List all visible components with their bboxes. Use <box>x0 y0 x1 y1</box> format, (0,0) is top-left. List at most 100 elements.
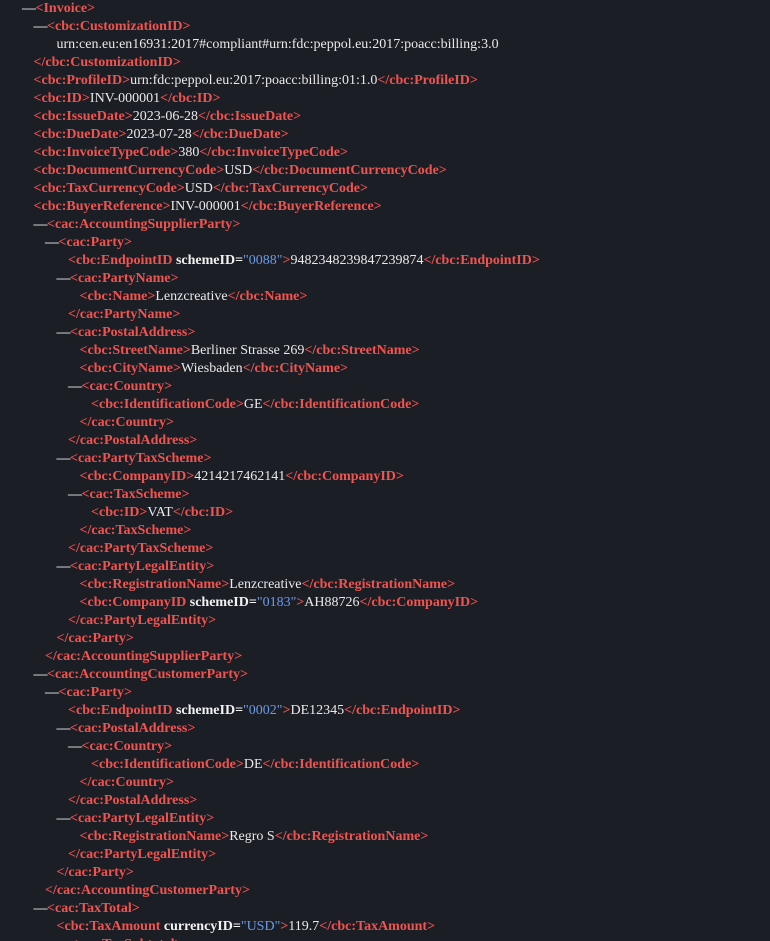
collapse-toggle-icon[interactable]: — <box>22 1 36 16</box>
xml-line[interactable]: —<cac:TaxScheme> <box>0 486 770 504</box>
xml-attribute-name[interactable]: currencyID <box>164 919 233 934</box>
xml-line[interactable]: <cbc:EndpointID schemeID="0088">94823482… <box>0 252 770 270</box>
xml-close-tag-name[interactable]: cac:PostalAddress <box>80 433 189 448</box>
xml-line[interactable]: —<cac:PartyLegalEntity> <box>0 558 770 576</box>
collapse-toggle-icon[interactable]: — <box>57 721 71 736</box>
xml-close-tag-name[interactable]: cbc:EndpointID <box>435 253 531 268</box>
xml-line[interactable]: —<cac:AccountingCustomerParty> <box>0 666 770 684</box>
xml-open-tag-name[interactable]: cbc:CustomizationID <box>55 19 183 34</box>
xml-close-tag-name[interactable]: cbc:RegistrationName <box>287 829 421 844</box>
xml-close-tag-name[interactable]: cac:PartyName <box>80 307 173 322</box>
xml-open-tag-name[interactable]: cac:TaxScheme <box>89 487 181 502</box>
xml-line[interactable]: <cbc:RegistrationName>Lenzcreative</cbc:… <box>0 576 770 594</box>
xml-close-tag-name[interactable]: cac:PartyLegalEntity <box>80 847 208 862</box>
xml-line[interactable]: </cac:AccountingSupplierParty> <box>0 648 770 666</box>
xml-close-tag-name[interactable]: cac:Party <box>68 631 126 646</box>
xml-open-tag-name[interactable]: cbc:RegistrationName <box>87 829 221 844</box>
xml-close-tag-name[interactable]: cbc:IssueDate <box>210 109 293 124</box>
xml-line[interactable]: <cbc:IdentificationCode>DE</cbc:Identifi… <box>0 756 770 774</box>
collapse-toggle-icon[interactable]: — <box>68 379 82 394</box>
xml-line[interactable]: <cbc:CompanyID schemeID="0183">AH88726</… <box>0 594 770 612</box>
xml-attribute-value[interactable]: "0002" <box>243 703 282 718</box>
xml-line[interactable]: —<cac:Party> <box>0 234 770 252</box>
xml-line[interactable]: —<cac:Country> <box>0 378 770 396</box>
xml-close-tag-name[interactable]: cbc:CustomizationID <box>45 55 173 70</box>
xml-open-tag-name[interactable]: cbc:IssueDate <box>41 109 124 124</box>
xml-attribute-value[interactable]: "0183" <box>257 595 296 610</box>
xml-open-tag-name[interactable]: cac:TaxSubtotal <box>78 937 175 941</box>
xml-open-tag-name[interactable]: cbc:ID <box>41 91 81 106</box>
xml-close-tag-name[interactable]: cac:TaxScheme <box>91 523 183 538</box>
xml-open-tag-name[interactable]: cbc:IdentificationCode <box>99 397 236 412</box>
xml-line[interactable]: <cbc:EndpointID schemeID="0002">DE12345<… <box>0 702 770 720</box>
xml-line[interactable]: </cac:PartyLegalEntity> <box>0 612 770 630</box>
xml-line[interactable]: </cbc:CustomizationID> <box>0 54 770 72</box>
xml-line[interactable]: </cac:Party> <box>0 630 770 648</box>
xml-open-tag-name[interactable]: cac:PostalAddress <box>78 325 187 340</box>
xml-close-tag-name[interactable]: cac:PartyLegalEntity <box>80 613 208 628</box>
xml-close-tag-name[interactable]: cbc:EndpointID <box>356 703 452 718</box>
collapse-toggle-icon[interactable]: — <box>57 451 71 466</box>
xml-attribute-value[interactable]: "0088" <box>243 253 282 268</box>
xml-line[interactable]: —<cac:AccountingSupplierParty> <box>0 216 770 234</box>
xml-line[interactable]: <cbc:BuyerReference>INV-000001</cbc:Buye… <box>0 198 770 216</box>
collapse-toggle-icon[interactable]: — <box>45 685 59 700</box>
xml-line[interactable]: </cac:PostalAddress> <box>0 432 770 450</box>
xml-line[interactable]: <cbc:TaxAmount currencyID="USD">119.7</c… <box>0 918 770 936</box>
xml-open-tag-name[interactable]: cac:AccountingSupplierParty <box>55 217 232 232</box>
xml-line[interactable]: <cbc:TaxCurrencyCode>USD</cbc:TaxCurrenc… <box>0 180 770 198</box>
xml-line[interactable]: —<cac:TaxTotal> <box>0 900 770 918</box>
xml-open-tag-name[interactable]: cbc:TaxCurrencyCode <box>41 181 176 196</box>
collapse-toggle-icon[interactable]: — <box>68 487 82 502</box>
collapse-toggle-icon[interactable]: — <box>57 271 71 286</box>
xml-close-tag-name[interactable]: cac:AccountingSupplierParty <box>57 649 234 664</box>
xml-open-tag-name[interactable]: cbc:ID <box>99 505 139 520</box>
xml-document-viewer[interactable]: —<Invoice> —<cbc:CustomizationID> urn:cen.… <box>0 0 770 941</box>
xml-open-tag-name[interactable]: cbc:CityName <box>87 361 173 376</box>
collapse-toggle-icon[interactable]: — <box>34 667 48 682</box>
xml-open-tag-name[interactable]: cbc:EndpointID <box>76 253 172 268</box>
xml-open-tag-name[interactable]: cbc:Name <box>87 289 147 304</box>
xml-open-tag-name[interactable]: cac:PostalAddress <box>78 721 187 736</box>
xml-open-tag-name[interactable]: cac:Party <box>66 685 124 700</box>
xml-line[interactable]: —<Invoice> <box>0 0 770 18</box>
xml-close-tag-name[interactable]: cbc:TaxAmount <box>331 919 427 934</box>
xml-line[interactable]: <cbc:IssueDate>2023-06-28</cbc:IssueDate… <box>0 108 770 126</box>
xml-close-tag-name[interactable]: cbc:TaxCurrencyCode <box>225 181 360 196</box>
xml-open-tag-name[interactable]: cbc:DocumentCurrencyCode <box>41 163 216 178</box>
xml-open-tag-name[interactable]: cac:PartyLegalEntity <box>78 559 206 574</box>
xml-open-tag-name[interactable]: cbc:CompanyID <box>87 469 186 484</box>
xml-open-tag-name[interactable]: cbc:ProfileID <box>41 73 122 88</box>
xml-open-tag-name[interactable]: cac:TaxTotal <box>55 901 132 916</box>
xml-open-tag-name[interactable]: cbc:RegistrationName <box>87 577 221 592</box>
xml-close-tag-name[interactable]: cbc:DueDate <box>204 127 281 142</box>
xml-line[interactable]: urn:cen.eu:en16931:2017#compliant#urn:fd… <box>0 36 770 54</box>
xml-line[interactable]: <cbc:RegistrationName>Regro S</cbc:Regis… <box>0 828 770 846</box>
xml-line[interactable]: —<cac:PostalAddress> <box>0 720 770 738</box>
collapse-toggle-icon[interactable]: — <box>57 811 71 826</box>
xml-attribute-name[interactable]: schemeID <box>176 253 235 268</box>
xml-open-tag-name[interactable]: cac:Country <box>89 379 164 394</box>
xml-line[interactable]: </cac:TaxScheme> <box>0 522 770 540</box>
collapse-toggle-icon[interactable]: — <box>57 325 71 340</box>
xml-close-tag-name[interactable]: cac:PostalAddress <box>80 793 189 808</box>
xml-open-tag-name[interactable]: cbc:BuyerReference <box>41 199 162 214</box>
xml-close-tag-name[interactable]: cac:AccountingCustomerParty <box>57 883 242 898</box>
xml-line[interactable]: —<cac:Party> <box>0 684 770 702</box>
xml-close-tag-name[interactable]: cbc:DocumentCurrencyCode <box>264 163 439 178</box>
xml-close-tag-name[interactable]: cac:Country <box>91 775 166 790</box>
xml-line[interactable]: </cac:Party> <box>0 864 770 882</box>
xml-open-tag-name[interactable]: cac:PartyName <box>78 271 171 286</box>
xml-line[interactable]: —<cac:PartyLegalEntity> <box>0 810 770 828</box>
xml-close-tag-name[interactable]: cbc:ID <box>185 505 225 520</box>
xml-close-tag-name[interactable]: cbc:IdentificationCode <box>274 757 411 772</box>
xml-line[interactable]: —<cac:PartyName> <box>0 270 770 288</box>
xml-open-tag-name[interactable]: cbc:InvoiceTypeCode <box>41 145 170 160</box>
xml-close-tag-name[interactable]: cbc:InvoiceTypeCode <box>211 145 340 160</box>
collapse-toggle-icon[interactable]: — <box>34 901 48 916</box>
xml-line[interactable]: <cbc:ID>INV-000001</cbc:ID> <box>0 90 770 108</box>
xml-close-tag-name[interactable]: cbc:ID <box>172 91 212 106</box>
xml-open-tag-name[interactable]: cac:PartyLegalEntity <box>78 811 206 826</box>
collapse-toggle-icon[interactable]: — <box>57 937 71 941</box>
xml-open-tag-name[interactable]: cac:PartyTaxScheme <box>78 451 203 466</box>
